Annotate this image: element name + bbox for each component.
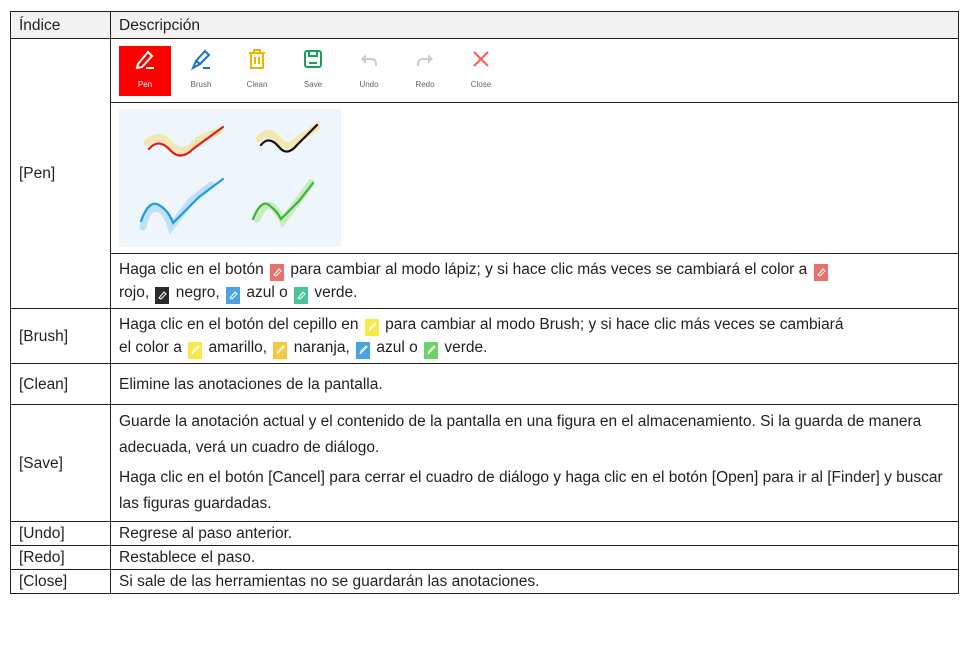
- toolbar-clean-label: Clean: [246, 79, 268, 89]
- brush-desc-green: verde.: [444, 339, 488, 356]
- table-row-redo: [Redo] Restablece el paso.: [10, 545, 959, 570]
- index-close: [Close]: [10, 569, 111, 594]
- brush-desc-orange: naranja,: [293, 339, 350, 356]
- brush-desc-blue: azul o: [376, 339, 418, 356]
- table-row-pen-toolbar: [Pen] Pen Brush Clean Save Undo Redo Clo…: [10, 38, 959, 309]
- table-row-pen-preview: [11, 102, 959, 254]
- close-icon: [467, 46, 495, 73]
- pen-preview-cell: [110, 102, 959, 254]
- save-desc-paragraph-2: Haga clic en el botón [Cancel] para cerr…: [119, 469, 943, 512]
- table-row-clean: [Clean] Elimine las anotaciones de la pa…: [10, 363, 959, 405]
- pen-description: Haga clic en el botón para cambiar al mo…: [110, 253, 959, 309]
- toolbar-pen-label: Pen: [137, 79, 153, 89]
- pen-red-icon: [813, 263, 828, 281]
- brush-yellow-icon: [364, 318, 379, 336]
- pen-blue-icon: [226, 286, 241, 304]
- pen-desc-text-2: para cambiar al modo lápiz; y si hace cl…: [290, 261, 808, 278]
- brush-icon: [187, 46, 215, 73]
- toolbar-redo-button: Redo: [399, 46, 451, 96]
- toolbar-undo-button: Undo: [343, 46, 395, 96]
- toolbar-redo-label: Redo: [415, 79, 435, 89]
- brush-yellow-icon: [188, 341, 203, 359]
- index-redo: [Redo]: [10, 545, 111, 570]
- pen-black-icon: [155, 286, 170, 304]
- table-row-close: [Close] Si sale de las herramientas no s…: [10, 569, 959, 594]
- pen-desc-red: rojo,: [119, 284, 150, 301]
- brush-desc-yellow: amarillo,: [208, 339, 268, 356]
- brush-description: Haga clic en el botón del cepillo en par…: [110, 308, 959, 364]
- feature-table: Índice Descripción [Pen] Pen Brush Clean…: [10, 11, 959, 594]
- green-pen-stroke: [251, 179, 315, 228]
- undo-icon: [355, 46, 383, 73]
- index-brush: [Brush]: [10, 308, 111, 364]
- close-description: Si sale de las herramientas no se guarda…: [110, 569, 959, 594]
- brush-orange-icon: [273, 341, 288, 359]
- index-save: [Save]: [10, 404, 111, 522]
- index-undo: [Undo]: [10, 521, 111, 546]
- brush-desc-text-3: el color a: [119, 339, 182, 356]
- pen-green-icon: [294, 286, 309, 304]
- pen-desc-black: negro,: [175, 284, 220, 301]
- toolbar-clean-button: Clean: [231, 46, 283, 96]
- table-row-brush: [Brush] Haga clic en el botón del cepill…: [10, 308, 959, 364]
- undo-description: Regrese al paso anterior.: [110, 521, 959, 546]
- pen-red-icon: [270, 263, 285, 281]
- toolbar-brush-button: Brush: [175, 46, 227, 96]
- annotation-toolbar: Pen Brush Clean Save Undo Redo Close: [119, 45, 958, 96]
- toolbar-save-button: Save: [287, 46, 339, 96]
- red-pen-stroke: [143, 125, 225, 157]
- brush-desc-text-1: Haga clic en el botón del cepillo en: [119, 316, 359, 333]
- header-index: Índice: [10, 11, 111, 39]
- trash-icon: [243, 46, 271, 73]
- index-pen: [Pen]: [10, 38, 111, 309]
- brush-blue-icon: [356, 341, 371, 359]
- save-icon: [299, 46, 327, 73]
- brush-desc-text-2: para cambiar al modo Brush; y si hace cl…: [385, 316, 844, 333]
- header-description: Descripción: [110, 11, 959, 39]
- pen-desc-blue: azul o: [246, 284, 288, 301]
- index-clean: [Clean]: [10, 363, 111, 405]
- toolbar-brush-label: Brush: [190, 79, 212, 89]
- annotation-preview-canvas: [119, 109, 341, 247]
- save-desc-paragraph-1: Guarde la anotación actual y el contenid…: [119, 413, 922, 456]
- table-row-pen-desc: Haga clic en el botón para cambiar al mo…: [11, 253, 959, 309]
- toolbar-figure: Pen Brush Clean Save Undo Redo Close: [110, 38, 959, 103]
- toolbar-undo-label: Undo: [359, 79, 379, 89]
- toolbar-pen-button: Pen: [119, 45, 171, 96]
- pen-desc-text-1: Haga clic en el botón: [119, 261, 264, 278]
- save-description: Guarde la anotación actual y el contenid…: [110, 404, 959, 522]
- black-pen-stroke: [255, 123, 321, 153]
- table-header-row: Índice Descripción: [10, 11, 959, 39]
- toolbar-close-label: Close: [470, 79, 492, 89]
- toolbar-save-label: Save: [303, 79, 323, 89]
- clean-description: Elimine las anotaciones de la pantalla.: [110, 363, 959, 405]
- blue-pen-stroke: [139, 177, 225, 235]
- table-row-undo: [Undo] Regrese al paso anterior.: [10, 521, 959, 546]
- redo-description: Restablece el paso.: [110, 545, 959, 570]
- pen-desc-green: verde.: [314, 284, 358, 301]
- redo-icon: [411, 46, 439, 73]
- brush-green-icon: [424, 341, 439, 359]
- table-row-save: [Save] Guarde la anotación actual y el c…: [10, 404, 959, 522]
- pen-icon: [131, 46, 159, 73]
- toolbar-close-button: Close: [455, 46, 507, 96]
